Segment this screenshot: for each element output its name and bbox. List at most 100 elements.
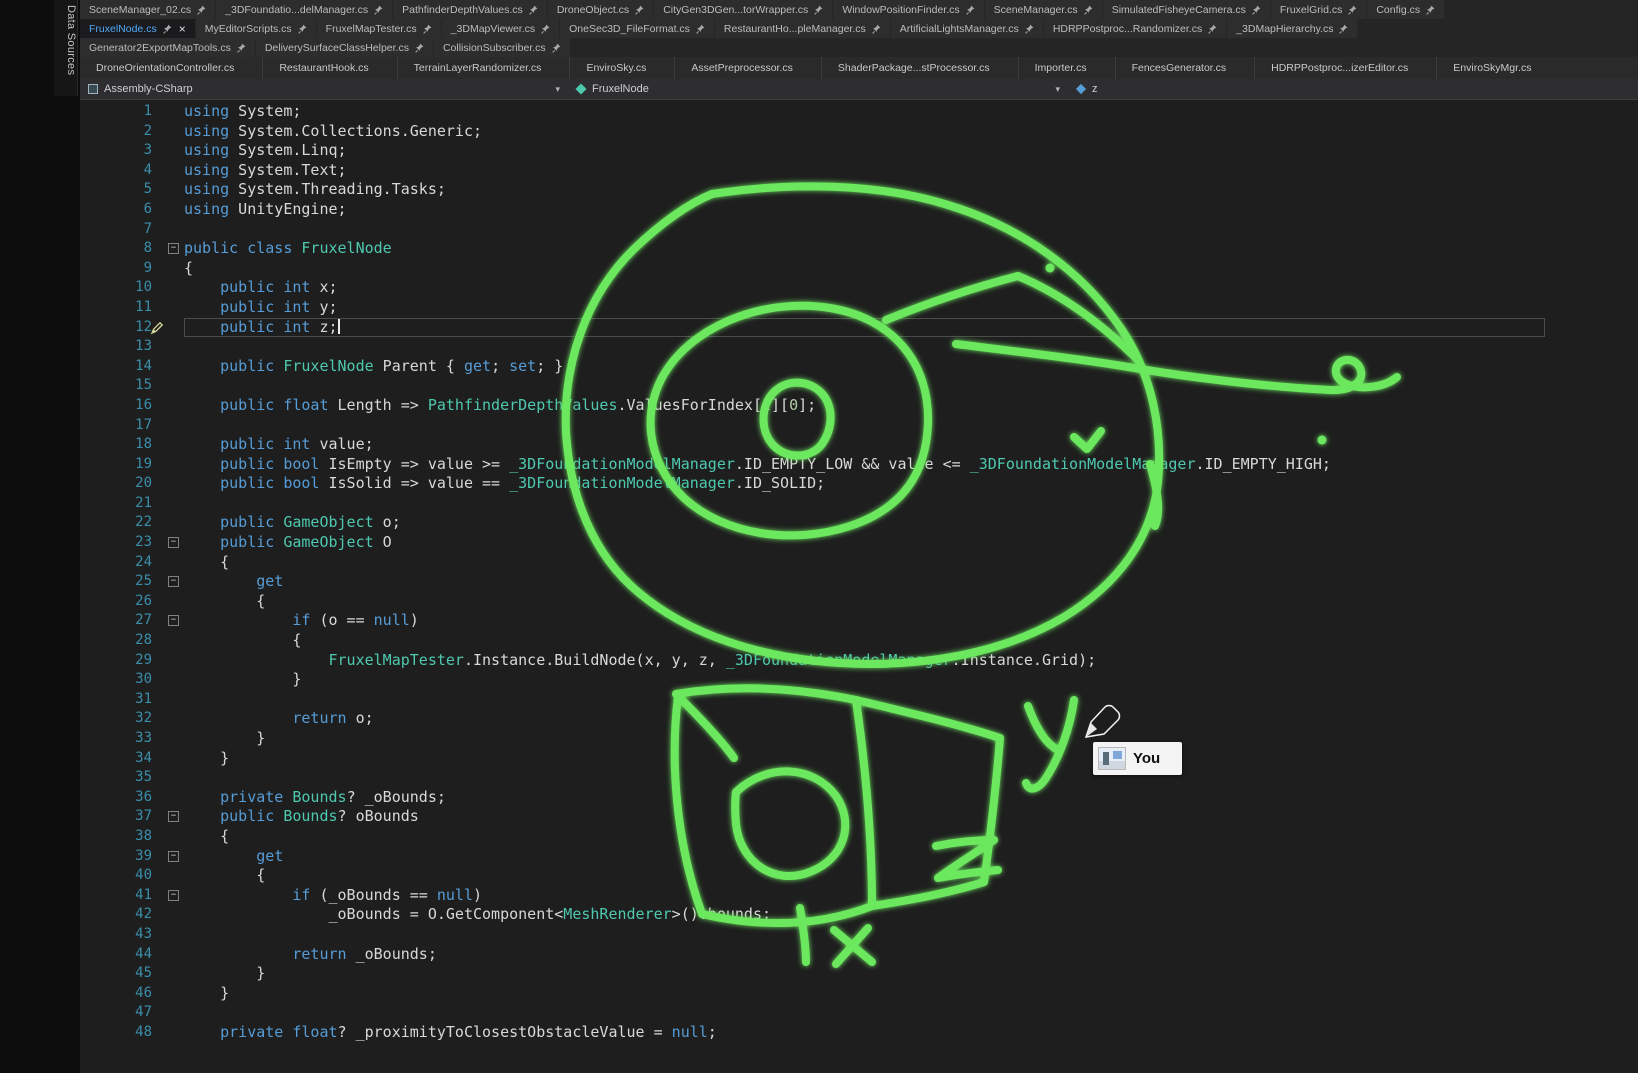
code-line[interactable]: 21: [80, 494, 1638, 514]
fold-collapse-icon[interactable]: −: [168, 537, 179, 548]
tab[interactable]: OneSec3D_FileFormat.cs: [560, 19, 714, 38]
tab[interactable]: DroneOrientationController.cs: [80, 57, 250, 79]
fold-collapse-icon[interactable]: −: [168, 890, 179, 901]
tab[interactable]: WindowPositionFinder.cs: [833, 0, 983, 19]
close-icon[interactable]: ×: [179, 22, 186, 36]
tab[interactable]: AssetPreprocessor.cs: [674, 57, 809, 79]
fold-collapse-icon[interactable]: −: [168, 243, 179, 254]
pin-icon[interactable]: [415, 43, 424, 53]
tab[interactable]: Config.cs: [1367, 0, 1444, 19]
tab[interactable]: TerrainLayerRandomizer.cs: [397, 57, 558, 79]
project-dropdown[interactable]: Assembly-CSharp ▾: [80, 79, 568, 99]
tab[interactable]: RestaurantHo...pleManager.cs: [715, 19, 890, 38]
code-line[interactable]: 5using System.Threading.Tasks;: [80, 180, 1638, 200]
code-line[interactable]: 10 public int x;: [80, 278, 1638, 298]
code-line[interactable]: 47: [80, 1003, 1638, 1023]
code-line[interactable]: 15: [80, 376, 1638, 396]
pin-icon[interactable]: [1025, 24, 1034, 34]
tab[interactable]: CollisionSubscriber.cs: [434, 38, 570, 57]
pin-icon[interactable]: [635, 5, 644, 15]
pin-icon[interactable]: [423, 24, 432, 34]
code-line[interactable]: 19 public bool IsEmpty => value >= _3DFo…: [80, 455, 1638, 475]
pin-icon[interactable]: [696, 24, 705, 34]
tab[interactable]: MyEditorScripts.cs: [196, 19, 316, 38]
pin-icon[interactable]: [872, 24, 881, 34]
code-line[interactable]: 34 }: [80, 749, 1638, 769]
pin-icon[interactable]: [1252, 5, 1261, 15]
pin-icon[interactable]: [552, 43, 561, 53]
code-line[interactable]: 40 {: [80, 866, 1638, 886]
tab[interactable]: SceneManager.cs: [985, 0, 1102, 19]
pin-icon[interactable]: [1348, 5, 1357, 15]
pin-icon[interactable]: [966, 5, 975, 15]
fold-collapse-icon[interactable]: −: [168, 851, 179, 862]
code-line[interactable]: 4using System.Text;: [80, 161, 1638, 181]
code-line[interactable]: 18 public int value;: [80, 435, 1638, 455]
code-line[interactable]: 14 public FruxelNode Parent { get; set; …: [80, 357, 1638, 377]
code-line[interactable]: 32 return o;: [80, 709, 1638, 729]
tab[interactable]: ShaderPackage...stProcessor.cs: [821, 57, 1006, 79]
tab[interactable]: DeliverySurfaceClassHelper.cs: [256, 38, 433, 57]
tab[interactable]: DroneObject.cs: [548, 0, 653, 19]
code-line[interactable]: 30 }: [80, 670, 1638, 690]
pin-icon[interactable]: [541, 24, 550, 34]
pin-icon[interactable]: [1084, 5, 1093, 15]
code-line[interactable]: 42 _oBounds = O.GetComponent<MeshRendere…: [80, 905, 1638, 925]
code-line[interactable]: 35: [80, 768, 1638, 788]
code-line[interactable]: 13: [80, 337, 1638, 357]
pin-icon[interactable]: [1208, 24, 1217, 34]
tab[interactable]: Generator2ExportMapTools.cs: [80, 38, 255, 57]
code-line[interactable]: 36 private Bounds? _oBounds;: [80, 788, 1638, 808]
code-line[interactable]: 48 private float? _proximityToClosestObs…: [80, 1023, 1638, 1043]
code-line[interactable]: 24 {: [80, 553, 1638, 573]
code-line[interactable]: 8−public class FruxelNode: [80, 239, 1638, 259]
code-line[interactable]: 22 public GameObject o;: [80, 513, 1638, 533]
tab[interactable]: FruxelGrid.cs: [1271, 0, 1366, 19]
code-line[interactable]: 25− get: [80, 572, 1638, 592]
tab-active[interactable]: FruxelNode.cs×: [80, 19, 195, 38]
tab[interactable]: SimulatedFisheyeCamera.cs: [1103, 0, 1270, 19]
code-line[interactable]: 46 }: [80, 984, 1638, 1004]
code-line[interactable]: 41− if (_oBounds == null): [80, 886, 1638, 906]
fold-collapse-icon[interactable]: −: [168, 615, 179, 626]
code-line[interactable]: 23− public GameObject O: [80, 533, 1638, 553]
pin-icon[interactable]: [1339, 24, 1348, 34]
data-sources-tool-tab[interactable]: Data Sources: [54, 0, 78, 96]
code-line[interactable]: 3using System.Linq;: [80, 141, 1638, 161]
tab[interactable]: _3DMapHierarchy.cs: [1227, 19, 1357, 38]
code-line[interactable]: 9{: [80, 259, 1638, 279]
code-line[interactable]: 33 }: [80, 729, 1638, 749]
member-dropdown[interactable]: z: [1068, 79, 1638, 99]
code-line[interactable]: 29 FruxelMapTester.Instance.BuildNode(x,…: [80, 651, 1638, 671]
code-line[interactable]: 26 {: [80, 592, 1638, 612]
code-line[interactable]: 11 public int y;: [80, 298, 1638, 318]
pin-icon[interactable]: [1426, 5, 1435, 15]
code-line[interactable]: 16 public float Length => PathfinderDept…: [80, 396, 1638, 416]
pin-icon[interactable]: [237, 43, 246, 53]
tab[interactable]: PathfinderDepthValues.cs: [393, 0, 547, 19]
code-line[interactable]: 12 public int z;: [80, 318, 1638, 338]
code-line[interactable]: 7: [80, 220, 1638, 240]
tab[interactable]: RestaurantHook.cs: [262, 57, 384, 79]
code-line[interactable]: 28 {: [80, 631, 1638, 651]
code-line[interactable]: 17: [80, 416, 1638, 436]
tab[interactable]: SceneManager_02.cs: [80, 0, 215, 19]
tab[interactable]: HDRPPostproc...Randomizer.cs: [1044, 19, 1226, 38]
code-editor[interactable]: 1using System;2using System.Collections.…: [80, 100, 1638, 1073]
tab[interactable]: HDRPPostproc...izerEditor.cs: [1254, 57, 1424, 79]
tab[interactable]: _3DFoundatio...delManager.cs: [216, 0, 392, 19]
pin-icon[interactable]: [374, 5, 383, 15]
tab[interactable]: FencesGenerator.cs: [1115, 57, 1243, 79]
tab[interactable]: CityGen3DGen...torWrapper.cs: [654, 0, 832, 19]
tab[interactable]: FruxelMapTester.cs: [317, 19, 441, 38]
tab[interactable]: ArtificialLightsManager.cs: [891, 19, 1043, 38]
code-line[interactable]: 6using UnityEngine;: [80, 200, 1638, 220]
code-line[interactable]: 31: [80, 690, 1638, 710]
code-line[interactable]: 2using System.Collections.Generic;: [80, 122, 1638, 142]
code-line[interactable]: 39− get: [80, 847, 1638, 867]
pin-icon[interactable]: [529, 5, 538, 15]
pin-icon[interactable]: [197, 5, 206, 15]
code-line[interactable]: 38 {: [80, 827, 1638, 847]
fold-collapse-icon[interactable]: −: [168, 576, 179, 587]
tab[interactable]: Importer.cs: [1018, 57, 1103, 79]
